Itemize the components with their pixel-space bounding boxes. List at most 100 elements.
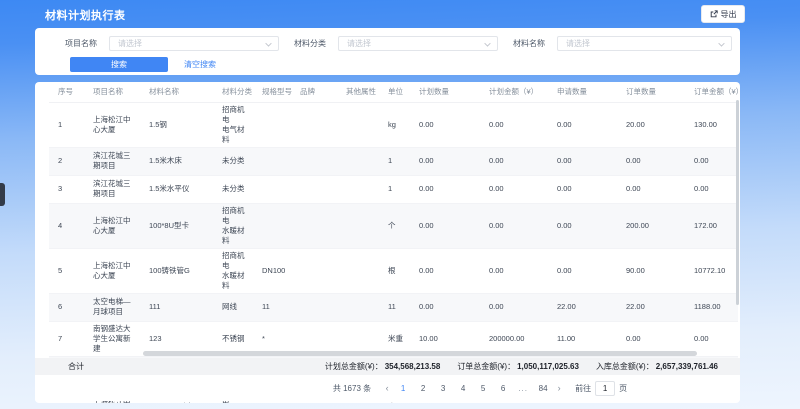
cell: 0.00: [548, 203, 617, 248]
material-name-placeholder: 请选择: [566, 38, 590, 49]
material-name-label: 材料名称: [513, 38, 545, 49]
cell: 0.00: [410, 203, 480, 248]
goto-label: 前往: [575, 383, 591, 394]
cell: [337, 175, 379, 203]
goto-page-input[interactable]: [595, 381, 615, 396]
cell: [291, 293, 337, 321]
horizontal-scrollbar[interactable]: [143, 351, 697, 356]
cell: 130.00: [685, 102, 738, 147]
cell: 1: [379, 147, 410, 175]
cell: [337, 102, 379, 147]
pagination: 共 1673 条 ‹ 123456...84 › 前往 页: [35, 375, 740, 401]
material-category-placeholder: 请选择: [347, 38, 371, 49]
page-number-button[interactable]: 5: [476, 381, 490, 396]
sidebar-collapsed-handle[interactable]: [0, 183, 5, 206]
cell: 1188.00: [685, 293, 738, 321]
cell: 0.00: [410, 248, 480, 293]
cell: 0.00: [410, 147, 480, 175]
cell: 0.00: [480, 203, 548, 248]
cell: 南钢盛达大学生公寓新建: [84, 321, 140, 356]
inbound-total-amount-value: 2,657,339,761.46: [656, 362, 718, 371]
app-root: 材料计划执行表 导出 项目名称 请选择 材料分类 请选择: [0, 0, 800, 409]
vertical-scrollbar[interactable]: [736, 100, 739, 305]
cell: 22.00: [548, 293, 617, 321]
cell: 0.00: [548, 102, 617, 147]
page-number-button[interactable]: 4: [456, 381, 470, 396]
order-total-amount: 订单总金额(¥)：1,050,117,025.63: [457, 361, 579, 372]
page-number-button[interactable]: 84: [536, 381, 550, 396]
cell: 0.00: [410, 102, 480, 147]
cell: 滨江花城三期项目: [84, 175, 140, 203]
table-row: 6太空电梯—月球项目111网线11110.000.0022.0022.00118…: [49, 293, 738, 321]
page-number-button[interactable]: 2: [416, 381, 430, 396]
cell: [337, 147, 379, 175]
cell: 10772.10: [685, 248, 738, 293]
inbound-total-amount: 入库总金额(¥)：2,657,339,761.46: [596, 361, 718, 372]
cell: [291, 175, 337, 203]
cell: 4: [49, 203, 84, 248]
table-row: 1上海松江中心大厦1.5钢招商机电 电气材料kg0.000.000.0020.0…: [49, 102, 738, 147]
cell: 100*8U型卡: [140, 203, 213, 248]
cell: 172.00: [685, 203, 738, 248]
table-row: 3滨江花城三期项目1.5米水平仪未分类10.000.000.000.000.00: [49, 175, 738, 203]
cell: 0.00: [480, 102, 548, 147]
cell: 0.00: [617, 147, 685, 175]
planned-total-amount: 计划总金额(¥)：354,568,213.58: [325, 361, 440, 372]
column-header: 计划金额（¥）: [480, 82, 548, 102]
goto-suffix: 页: [619, 383, 627, 394]
export-label: 导出: [721, 9, 737, 20]
cell: 1: [49, 102, 84, 147]
cell: [291, 102, 337, 147]
column-header: 计划数量: [410, 82, 480, 102]
table-row: 2滨江花城三期项目1.5米木床未分类10.000.000.000.000.00: [49, 147, 738, 175]
cell: 11: [253, 293, 291, 321]
cell: 太空电梯—月球项目: [84, 293, 140, 321]
chevron-down-icon: [484, 40, 490, 46]
page-title: 材料计划执行表: [45, 7, 126, 23]
page-number-button[interactable]: 3: [436, 381, 450, 396]
material-name-select[interactable]: 请选择: [557, 36, 732, 51]
prev-page-button[interactable]: ‹: [381, 383, 393, 393]
page-number-button[interactable]: 6: [496, 381, 510, 396]
cell: kg: [379, 102, 410, 147]
page-number-list: 123456... 84: [393, 381, 553, 396]
filter-project-name: 项目名称 请选择: [65, 36, 279, 51]
chevron-down-icon: [265, 40, 271, 46]
cell: 滨江花城三期项目: [84, 147, 140, 175]
column-header: 规格型号: [253, 82, 291, 102]
order-total-amount-value: 1,050,117,025.63: [517, 362, 579, 371]
clear-search-button[interactable]: 清空搜索: [184, 59, 216, 70]
cell: 5: [49, 248, 84, 293]
planned-total-amount-label: 计划总金额(¥)：: [325, 362, 383, 371]
cell: 未分类: [213, 175, 253, 203]
project-name-select[interactable]: 请选择: [109, 36, 279, 51]
cell: 0.00: [685, 147, 738, 175]
column-header: 订单金额（¥）: [685, 82, 738, 102]
cell: 0.00: [617, 175, 685, 203]
page-number-button[interactable]: 1: [396, 381, 410, 396]
next-page-button[interactable]: ›: [553, 383, 565, 393]
export-icon: [710, 10, 718, 18]
cell: 个: [379, 203, 410, 248]
cell: 7: [49, 321, 84, 356]
cell: 1.5米木床: [140, 147, 213, 175]
cell: 上海松江中心大厦: [84, 248, 140, 293]
cell: 1: [379, 175, 410, 203]
search-button[interactable]: 搜索: [70, 57, 168, 72]
page-ellipsis: ...: [516, 381, 530, 396]
column-header: 其他属性: [337, 82, 379, 102]
material-category-select[interactable]: 请选择: [338, 36, 498, 51]
cell: 200.00: [617, 203, 685, 248]
cell: 上海松江中心大厦: [84, 203, 140, 248]
cell: 根: [379, 248, 410, 293]
table-panel: 序号项目名称材料名称材料分类规格型号品牌其他属性单位计划数量计划金额（¥）申请数…: [35, 82, 740, 403]
table-row: 5上海松江中心大厦100铸铁管G招商机电 水暖材料DN100根0.000.000…: [49, 248, 738, 293]
cell: 1.5钢: [140, 102, 213, 147]
column-header: 材料分类: [213, 82, 253, 102]
export-button[interactable]: 导出: [701, 5, 745, 23]
column-header: 申请数量: [548, 82, 617, 102]
column-header: 项目名称: [84, 82, 140, 102]
cell: 111: [140, 293, 213, 321]
cell: [291, 203, 337, 248]
cell: 0.00: [548, 248, 617, 293]
